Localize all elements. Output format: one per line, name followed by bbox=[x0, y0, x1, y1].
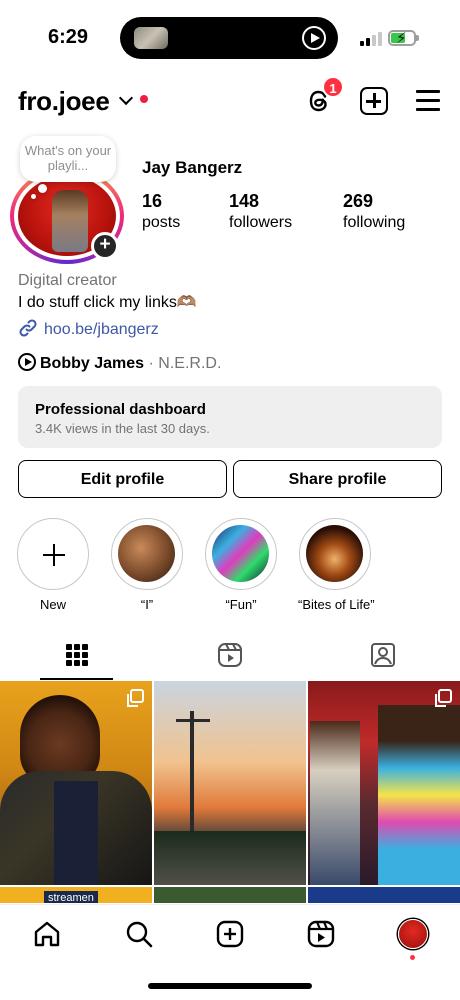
highlight-label: “I” bbox=[140, 597, 154, 612]
profile-music[interactable]: Bobby James · N.E.R.D. bbox=[18, 353, 221, 373]
following-count: 269 bbox=[343, 191, 374, 211]
highlight-label: “Fun” bbox=[225, 597, 257, 612]
add-story-icon[interactable]: + bbox=[91, 232, 119, 260]
create-icon[interactable] bbox=[215, 919, 245, 949]
profile-header: fro.joee 1 bbox=[0, 76, 460, 124]
battery-icon: ⚡ bbox=[388, 30, 419, 47]
post-thumbnail[interactable] bbox=[0, 681, 152, 885]
tab-grid[interactable] bbox=[0, 632, 153, 680]
chevron-down-icon[interactable] bbox=[118, 90, 134, 106]
share-profile-button[interactable]: Share profile bbox=[233, 460, 442, 498]
threads-badge: 1 bbox=[322, 76, 344, 98]
note-bubble-tail-small bbox=[31, 194, 36, 199]
grid-icon bbox=[66, 644, 88, 666]
highlight-cover bbox=[306, 525, 363, 582]
posts-stat[interactable]: 16 posts bbox=[142, 191, 180, 232]
post-thumbnail[interactable] bbox=[308, 887, 460, 903]
dashboard-subtitle: 3.4K views in the last 30 days. bbox=[35, 421, 210, 436]
highlight-cover bbox=[118, 525, 175, 582]
posts-grid: streamen bbox=[0, 681, 460, 903]
reels-nav-icon[interactable] bbox=[306, 919, 336, 949]
tab-tagged[interactable] bbox=[306, 632, 459, 680]
highlight-label: “Bites of Life” bbox=[298, 597, 375, 612]
edit-profile-button[interactable]: Edit profile bbox=[18, 460, 227, 498]
search-icon[interactable] bbox=[124, 919, 154, 949]
note-bubble-tail bbox=[38, 184, 47, 193]
highlight-item[interactable]: “I” bbox=[110, 518, 184, 612]
reels-icon bbox=[218, 643, 242, 667]
play-circle-icon bbox=[18, 353, 36, 371]
multi-post-icon bbox=[127, 689, 144, 707]
notification-dot bbox=[410, 955, 415, 960]
music-separator: · bbox=[144, 355, 159, 372]
professional-dashboard[interactable]: Professional dashboard 3.4K views in the… bbox=[18, 386, 442, 448]
post-thumbnail[interactable]: streamen bbox=[0, 887, 152, 903]
tagged-icon bbox=[371, 643, 395, 667]
play-icon[interactable] bbox=[302, 26, 326, 50]
music-song: N.E.R.D. bbox=[158, 355, 222, 372]
post-thumbnail[interactable] bbox=[308, 681, 460, 885]
menu-icon[interactable] bbox=[416, 90, 440, 111]
home-icon[interactable] bbox=[32, 919, 62, 949]
note-bubble[interactable]: What's on your playli... bbox=[20, 136, 116, 182]
post-thumbnail[interactable] bbox=[154, 887, 306, 903]
profile-avatar-nav[interactable] bbox=[398, 919, 428, 949]
status-bar: 6:29 ⚡ bbox=[0, 0, 460, 70]
following-stat[interactable]: 269 following bbox=[343, 191, 405, 232]
profile-category: Digital creator bbox=[18, 272, 117, 289]
link-icon bbox=[19, 319, 37, 337]
add-icon[interactable] bbox=[360, 87, 388, 115]
profile-link[interactable]: hoo.be/jbangerz bbox=[18, 318, 159, 339]
following-label: following bbox=[343, 214, 406, 231]
posts-label: posts bbox=[142, 214, 181, 231]
dashboard-title: Professional dashboard bbox=[35, 401, 206, 418]
post-thumbnail[interactable] bbox=[154, 681, 306, 885]
dynamic-island[interactable] bbox=[120, 17, 338, 59]
multi-post-icon bbox=[435, 689, 452, 707]
home-indicator bbox=[148, 983, 312, 989]
highlight-item[interactable]: “Bites of Life” bbox=[298, 518, 375, 612]
now-playing-thumbnail bbox=[134, 27, 168, 49]
profile-bio: I do stuff click my links🫶🏽 bbox=[18, 294, 197, 311]
signal-icon bbox=[360, 32, 382, 46]
highlight-cover bbox=[212, 525, 269, 582]
followers-count: 148 bbox=[229, 191, 260, 211]
music-artist: Bobby James bbox=[40, 355, 145, 372]
full-name: Jay Bangerz bbox=[142, 158, 243, 177]
highlight-new[interactable]: New bbox=[16, 518, 90, 612]
notification-dot bbox=[140, 95, 148, 103]
highlight-label: New bbox=[39, 597, 66, 612]
username[interactable]: fro.joee bbox=[18, 86, 110, 117]
post-caption-text: streamen bbox=[44, 891, 98, 903]
followers-stat[interactable]: 148 followers bbox=[229, 191, 292, 232]
status-time: 6:29 bbox=[48, 26, 89, 48]
followers-label: followers bbox=[229, 214, 293, 231]
profile-link-text[interactable]: hoo.be/jbangerz bbox=[44, 321, 159, 338]
profile-tabs bbox=[0, 632, 460, 680]
highlight-item[interactable]: “Fun” bbox=[204, 518, 278, 612]
tab-reels[interactable] bbox=[153, 632, 306, 680]
plus-icon bbox=[43, 544, 65, 566]
posts-count: 16 bbox=[142, 191, 163, 211]
